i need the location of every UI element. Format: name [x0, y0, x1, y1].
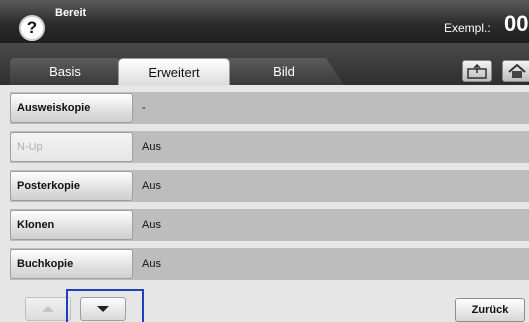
status-text: Bereit — [55, 7, 87, 19]
home-button[interactable] — [502, 60, 529, 82]
poster-copy-value: Aus — [142, 180, 161, 192]
home-icon — [508, 64, 526, 78]
copies-value[interactable]: 00 — [504, 11, 528, 37]
tray-icon — [467, 64, 487, 79]
tab-erweitert[interactable]: Erweitert — [118, 58, 230, 85]
list-item: Klonen Aus — [10, 209, 529, 241]
poster-copy-button[interactable]: Posterkopie — [10, 171, 133, 201]
tab-bild[interactable]: Bild — [224, 58, 344, 85]
id-copy-value: - — [142, 102, 146, 114]
arrow-up-icon — [42, 306, 54, 312]
scroll-down-button[interactable] — [80, 297, 126, 321]
n-up-value: Aus — [142, 141, 161, 153]
list-item: Posterkopie Aus — [10, 170, 529, 202]
clone-button[interactable]: Klonen — [10, 210, 133, 240]
back-button[interactable]: Zurück — [455, 298, 525, 322]
list-item: N-Up Aus — [10, 131, 529, 163]
n-up-button: N-Up — [10, 132, 133, 162]
id-copy-button[interactable]: Ausweiskopie — [10, 93, 133, 123]
question-mark-icon: ? — [26, 18, 38, 37]
scroll-up-button[interactable] — [25, 297, 71, 321]
clone-value: Aus — [142, 219, 161, 231]
help-button[interactable]: ? — [19, 15, 45, 41]
arrow-down-icon — [97, 306, 109, 312]
book-copy-value: Aus — [142, 258, 161, 270]
list-item: Ausweiskopie - — [10, 92, 529, 124]
book-copy-button[interactable]: Buchkopie — [10, 249, 133, 279]
tab-basis[interactable]: Basis — [10, 58, 120, 85]
copies-label: Exempl.: — [444, 21, 491, 35]
tray-button[interactable] — [462, 60, 492, 82]
list-item: Buchkopie Aus — [10, 248, 529, 280]
